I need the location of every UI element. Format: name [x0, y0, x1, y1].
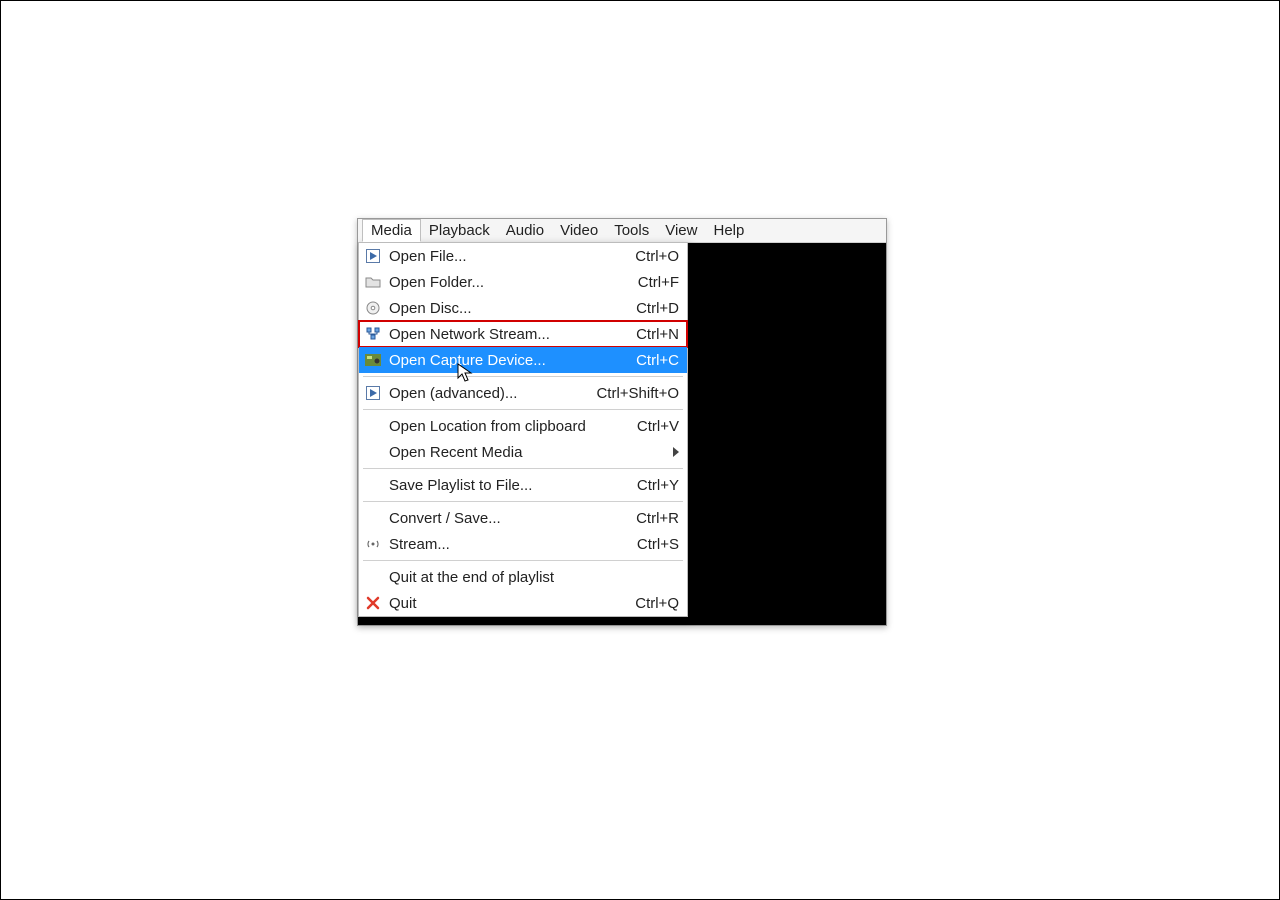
menu-label: Save Playlist to File...	[389, 477, 625, 494]
folder-icon	[363, 272, 383, 292]
menu-shortcut: Ctrl+Shift+O	[584, 385, 679, 402]
network-icon	[363, 324, 383, 344]
menu-shortcut: Ctrl+V	[625, 418, 679, 435]
menubar-item-playback[interactable]: Playback	[421, 220, 498, 241]
menu-label: Open Recent Media	[389, 444, 673, 461]
blank-icon	[363, 442, 383, 462]
blank-icon	[363, 567, 383, 587]
menu-shortcut: Ctrl+Y	[625, 477, 679, 494]
menu-label: Open Folder...	[389, 274, 626, 291]
menu-label: Open File...	[389, 248, 623, 265]
menu-label: Stream...	[389, 536, 625, 553]
menu-separator	[363, 409, 683, 410]
menu-label: Open Location from clipboard	[389, 418, 625, 435]
menubar-item-tools[interactable]: Tools	[606, 220, 657, 241]
menu-open-capture-device[interactable]: Open Capture Device... Ctrl+C	[359, 347, 687, 373]
menu-shortcut: Ctrl+O	[623, 248, 679, 265]
menu-quit-end-playlist[interactable]: Quit at the end of playlist	[359, 564, 687, 590]
menubar-item-audio[interactable]: Audio	[498, 220, 552, 241]
menu-open-file[interactable]: Open File... Ctrl+O	[359, 243, 687, 269]
menu-save-playlist[interactable]: Save Playlist to File... Ctrl+Y	[359, 472, 687, 498]
menu-label: Open Network Stream...	[389, 326, 624, 343]
menubar-item-view[interactable]: View	[657, 220, 705, 241]
menu-convert-save[interactable]: Convert / Save... Ctrl+R	[359, 505, 687, 531]
menu-shortcut: Ctrl+F	[626, 274, 679, 291]
menu-separator	[363, 376, 683, 377]
menu-open-recent-media[interactable]: Open Recent Media	[359, 439, 687, 465]
menubar-item-video[interactable]: Video	[552, 220, 606, 241]
menu-label: Open Disc...	[389, 300, 624, 317]
stream-icon	[363, 534, 383, 554]
menu-separator	[363, 560, 683, 561]
capture-device-icon	[363, 350, 383, 370]
menu-label: Open Capture Device...	[389, 352, 624, 369]
menu-separator	[363, 468, 683, 469]
menu-label: Quit at the end of playlist	[389, 569, 679, 586]
play-file-icon	[363, 383, 383, 403]
submenu-arrow-icon	[673, 447, 679, 457]
menu-open-network-stream[interactable]: Open Network Stream... Ctrl+N	[359, 321, 687, 347]
menu-quit[interactable]: Quit Ctrl+Q	[359, 590, 687, 616]
menu-label: Open (advanced)...	[389, 385, 584, 402]
menu-open-advanced[interactable]: Open (advanced)... Ctrl+Shift+O	[359, 380, 687, 406]
disc-icon	[363, 298, 383, 318]
menu-shortcut: Ctrl+Q	[623, 595, 679, 612]
menu-shortcut: Ctrl+N	[624, 326, 679, 343]
play-file-icon	[363, 246, 383, 266]
media-dropdown: Open File... Ctrl+O Open Folder... Ctrl+…	[358, 242, 688, 617]
blank-icon	[363, 416, 383, 436]
menu-stream[interactable]: Stream... Ctrl+S	[359, 531, 687, 557]
app-window: Media Playback Audio Video Tools View He…	[357, 218, 887, 626]
menu-shortcut: Ctrl+C	[624, 352, 679, 369]
menu-label: Convert / Save...	[389, 510, 624, 527]
menu-open-disc[interactable]: Open Disc... Ctrl+D	[359, 295, 687, 321]
menu-separator	[363, 501, 683, 502]
menubar: Media Playback Audio Video Tools View He…	[358, 219, 886, 243]
menu-open-folder[interactable]: Open Folder... Ctrl+F	[359, 269, 687, 295]
menubar-item-help[interactable]: Help	[705, 220, 752, 241]
close-icon	[363, 593, 383, 613]
blank-icon	[363, 475, 383, 495]
menubar-item-media[interactable]: Media	[362, 219, 421, 242]
blank-icon	[363, 508, 383, 528]
menu-shortcut: Ctrl+D	[624, 300, 679, 317]
menu-open-location-clipboard[interactable]: Open Location from clipboard Ctrl+V	[359, 413, 687, 439]
menu-shortcut: Ctrl+S	[625, 536, 679, 553]
menu-shortcut: Ctrl+R	[624, 510, 679, 527]
menu-label: Quit	[389, 595, 623, 612]
